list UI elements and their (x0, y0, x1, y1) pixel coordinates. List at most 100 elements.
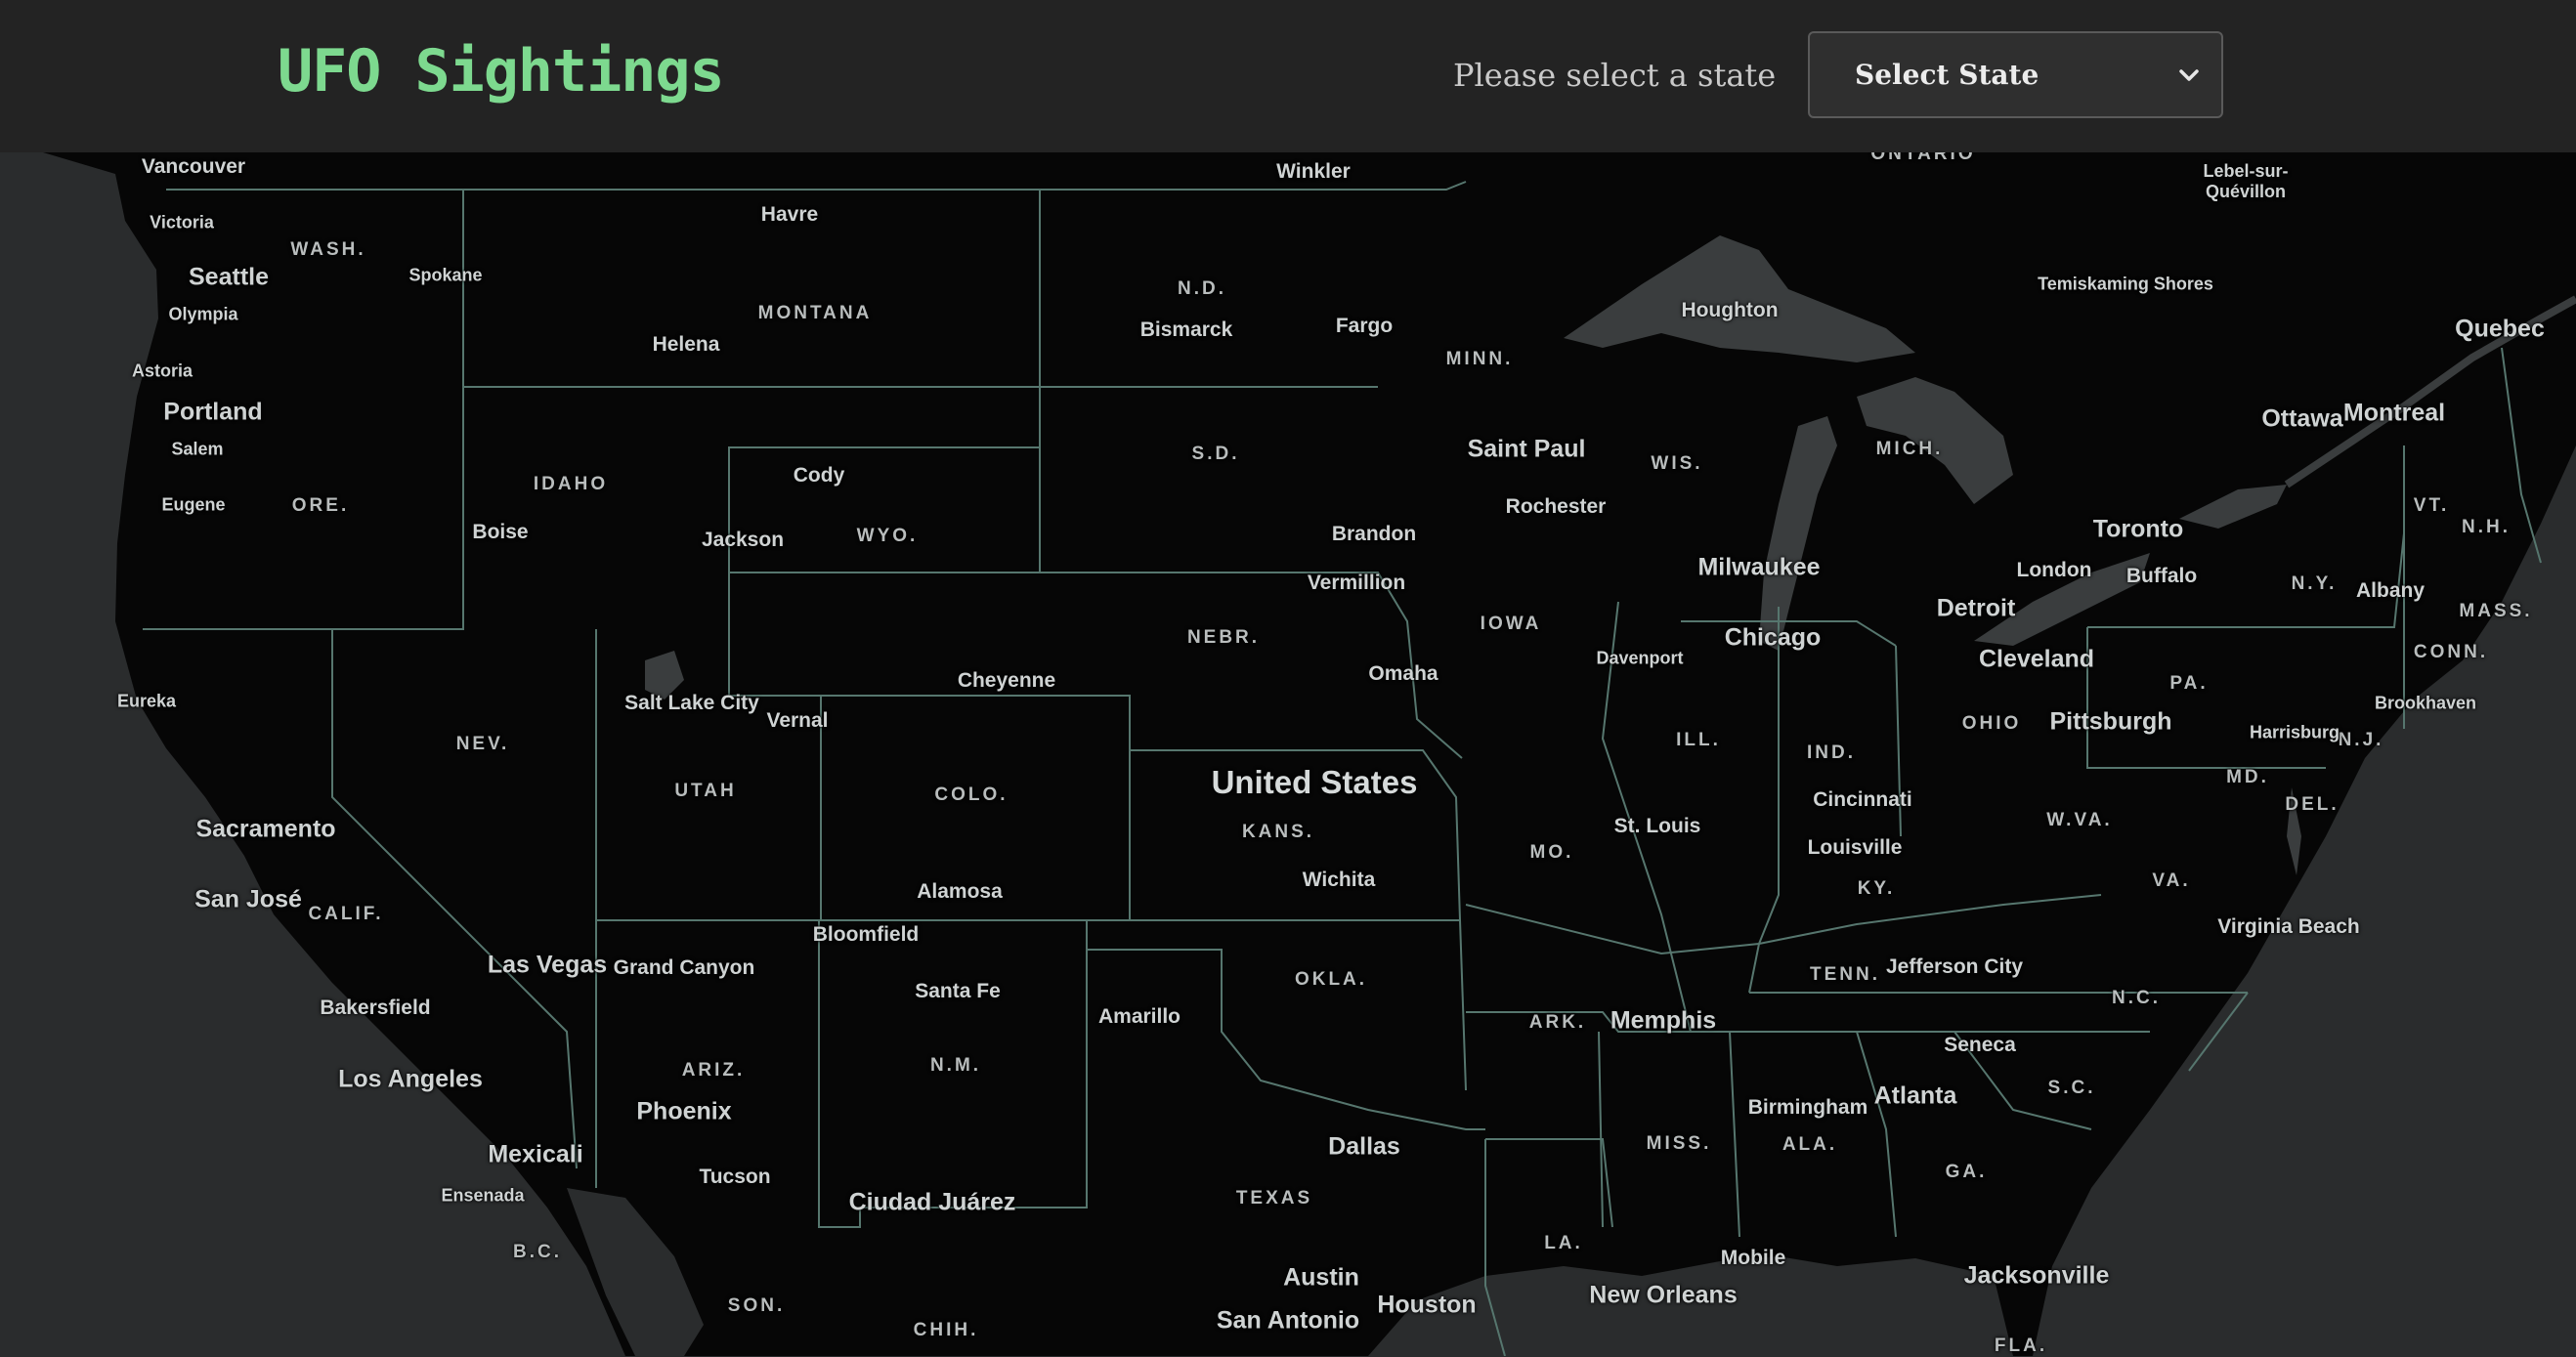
city-label: Jefferson City (1885, 955, 2024, 978)
state-label: KANS. (1241, 822, 1315, 842)
city-label: Quebec (2455, 315, 2545, 343)
city-label: Olympia (168, 304, 238, 324)
city-label: Seneca (1944, 1034, 2016, 1056)
state-label: WASH. (290, 239, 366, 260)
city-label: Detroit (1936, 594, 2016, 622)
city-label: Ottawa (2261, 404, 2343, 433)
state-label: CONN. (2413, 642, 2489, 662)
state-label: N.J. (2338, 730, 2384, 750)
city-label: Montreal (2342, 399, 2446, 427)
state-label: MASS. (2459, 601, 2533, 621)
state-label: VT. (2413, 495, 2450, 516)
city-label: Alamosa (917, 880, 1003, 903)
city-label: Wichita (1302, 869, 1376, 891)
city-label: Rochester (1505, 495, 1607, 518)
state-label: MONTANA (757, 303, 873, 323)
state-label: ARK. (1528, 1012, 1587, 1033)
city-label: Toronto (2092, 515, 2184, 543)
chevron-down-icon (2179, 69, 2199, 81)
state-label: N.H. (2462, 517, 2511, 537)
state-label: CHIH. (913, 1320, 979, 1340)
state-label: N.C. (2112, 988, 2161, 1008)
state-label: VA. (2152, 870, 2191, 891)
city-label: Vancouver (141, 155, 246, 178)
state-label: MD. (2226, 767, 2269, 787)
city-label: Davenport (1596, 648, 1684, 668)
city-label: Temiskaming Shores (2038, 274, 2213, 294)
city-label: Austin (1283, 1263, 1359, 1292)
map-canvas[interactable]: United States WASH. MONTANA N.D. MINN. O… (0, 144, 2576, 1356)
city-label: Mobile (1720, 1247, 1786, 1269)
city-label: Salt Lake City (624, 692, 759, 714)
city-label: Birmingham (1747, 1096, 1868, 1119)
city-label: Jacksonville (1963, 1261, 2110, 1290)
state-label: MISS. (1646, 1133, 1712, 1154)
city-label: Albany (2355, 579, 2426, 602)
city-label: Memphis (1610, 1006, 1717, 1035)
city-label: Dallas (1328, 1132, 1400, 1161)
city-label: Astoria (131, 360, 193, 381)
city-label: Grand Canyon (613, 956, 755, 979)
city-label: Bismarck (1139, 318, 1233, 341)
state-label: N.Y. (2291, 573, 2338, 594)
state-label: TEXAS (1235, 1188, 1313, 1209)
city-label: Bloomfield (812, 923, 920, 946)
city-label: Helena (652, 333, 720, 356)
city-label: Salem (171, 439, 224, 459)
city-label: Boise (472, 521, 529, 543)
state-label: NEBR. (1186, 627, 1261, 648)
city-label: Milwaukee (1697, 553, 1821, 581)
state-label: WIS. (1651, 453, 1703, 474)
city-label: San José (194, 885, 302, 913)
state-label: ORE. (291, 495, 350, 516)
city-label: New Orleans (1589, 1281, 1738, 1309)
city-label: Vermillion (1307, 572, 1406, 594)
state-select[interactable]: Select State (1808, 31, 2223, 118)
city-label: Pittsburgh (2049, 707, 2172, 736)
city-label: Amarillo (1097, 1005, 1181, 1028)
state-select-label: Please select a state (1453, 57, 1777, 94)
city-label: Los Angeles (338, 1065, 483, 1093)
state-label: IDAHO (533, 474, 609, 494)
map-base-layer (0, 152, 2576, 1356)
state-label: OKLA. (1294, 969, 1368, 990)
city-label: Mexicali (488, 1140, 583, 1168)
city-label: Phoenix (636, 1097, 732, 1125)
city-label: Omaha (1368, 662, 1438, 685)
state-label: N.D. (1178, 278, 1226, 299)
city-label: Louisville (1807, 836, 1903, 859)
pacific-ocean (0, 152, 625, 1356)
state-label: MO. (1529, 842, 1574, 863)
state-label: W.VA. (2046, 810, 2113, 830)
city-label: Santa Fe (915, 980, 1001, 1002)
city-label: Eureka (116, 691, 177, 711)
state-label: IOWA (1480, 614, 1542, 634)
state-label: DEL. (2285, 794, 2340, 815)
state-label: SON. (727, 1295, 786, 1316)
city-label: London (2016, 559, 2092, 581)
city-label: San Antonio (1216, 1306, 1360, 1335)
state-label: LA. (1544, 1233, 1583, 1253)
state-label: MICH. (1875, 439, 1944, 459)
city-label: Seattle (189, 263, 269, 291)
app-title: UFO Sightings (278, 37, 725, 106)
city-label: Tucson (699, 1166, 771, 1188)
city-label: Eugene (161, 494, 226, 515)
state-label: NEV. (455, 734, 510, 754)
lake-ontario (2179, 485, 2287, 529)
city-label: Portland (163, 398, 263, 426)
state-label: UTAH (674, 781, 737, 801)
city-label: Cheyenne (957, 669, 1056, 692)
state-label: IND. (1807, 742, 1856, 763)
city-label: Ciudad Juárez (848, 1188, 1016, 1216)
lake-michigan (1759, 416, 1837, 651)
state-label: MINN. (1445, 349, 1514, 369)
state-label: S.C. (2047, 1078, 2096, 1098)
city-label: Houghton (1681, 299, 1779, 321)
state-label: B.C. (513, 1242, 562, 1262)
state-label: ILL. (1676, 730, 1721, 750)
city-label: Spokane (408, 265, 483, 285)
city-label: Cleveland (1978, 645, 2095, 673)
city-label: Brandon (1331, 523, 1417, 545)
state-label: CALIF. (308, 904, 384, 924)
